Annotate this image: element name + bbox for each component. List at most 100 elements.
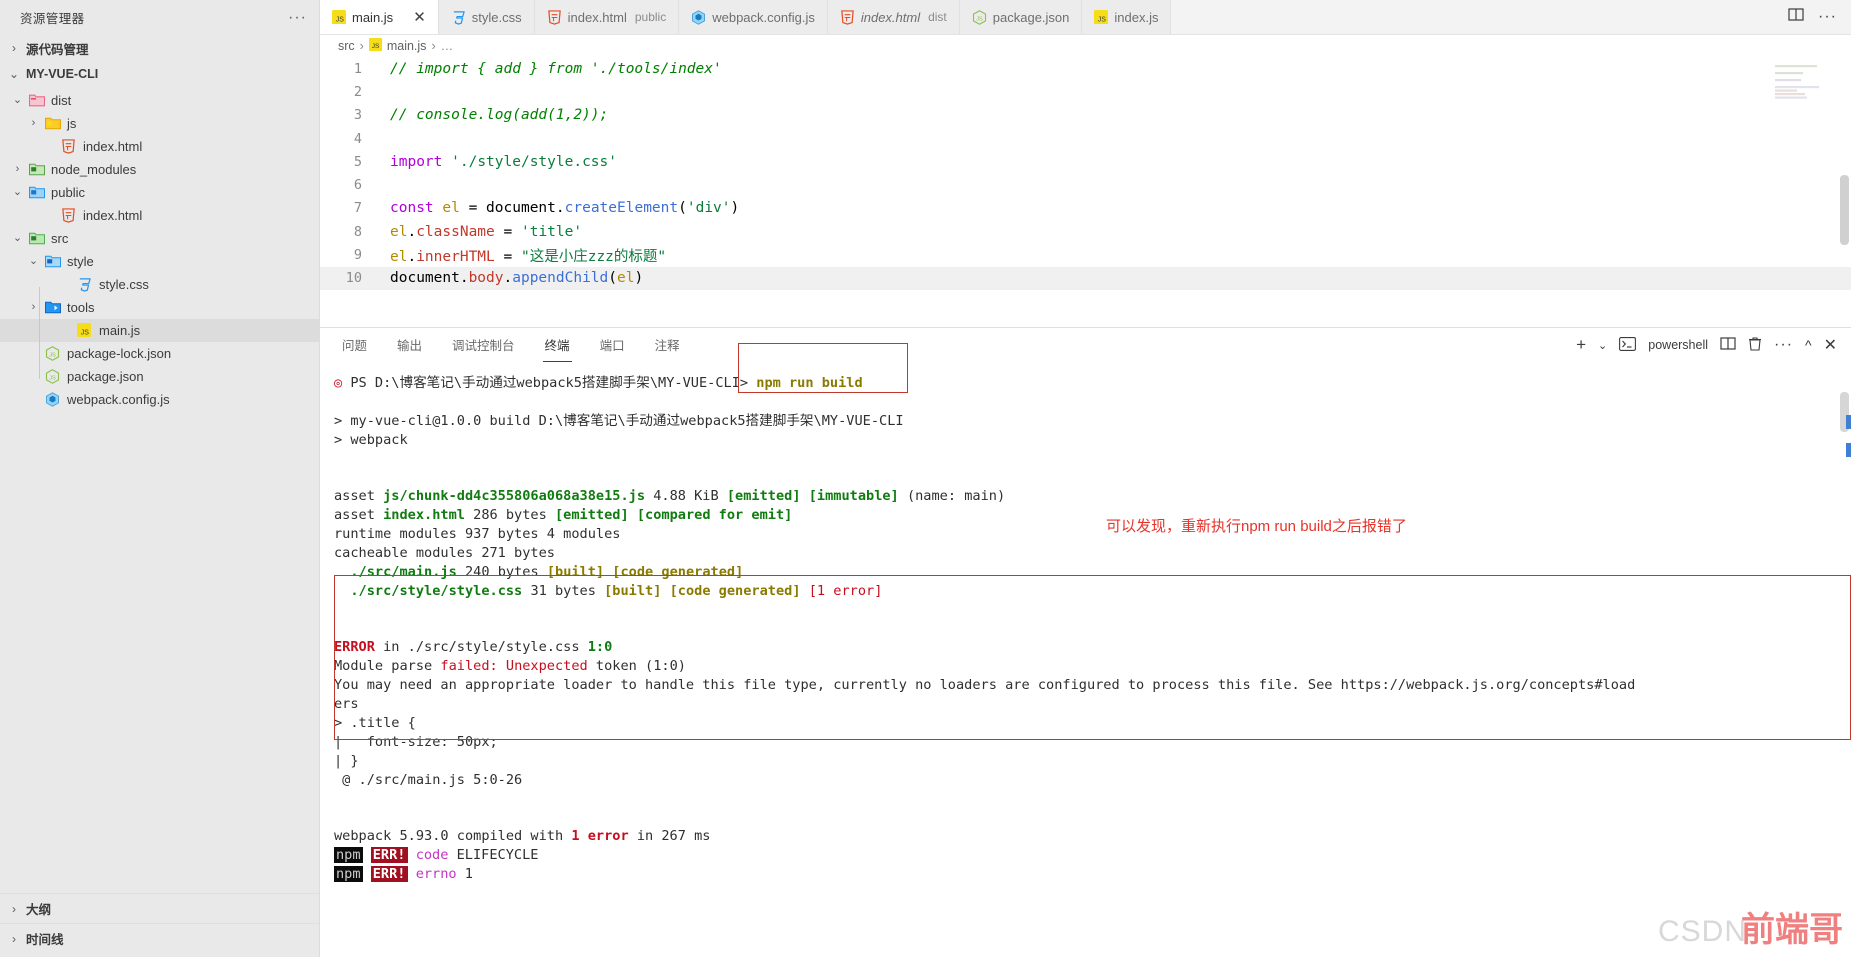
json-file-icon: JS [45,368,62,385]
json-file-icon: JS [972,9,987,25]
tree-item-main-js[interactable]: JS main.js [0,319,319,342]
sidebar-section-outline[interactable]: › 大纲 [0,893,319,923]
breadcrumb-root[interactable]: src [338,39,355,53]
editor-tab-bar[interactable]: JS main.js ✕ style.css index.html public webpa… [320,0,1851,35]
js-file-icon: JS [332,10,346,24]
ellipsis-icon[interactable]: ··· [1774,336,1793,354]
npm-err-line: npm ERR! errno 1 [334,865,1851,884]
code-editor[interactable]: 1 // import { add } from './tools/index' 2… [320,57,1851,327]
panel-tab-bar[interactable]: 问题 输出 调试控制台 终端 端口 注释 + ⌄ powershell ··· ^ [320,328,1851,362]
tree-item-label: public [51,185,85,200]
editor-tab-package-json[interactable]: JS package.json [959,0,1083,34]
editor-tab-main-js[interactable]: JS main.js ✕ [320,0,439,34]
code-text: import './style/style.css' [390,153,617,170]
terminal-prompt: PS D:\博客笔记\手动通过webpack5搭建脚手架\MY-VUE-CLI> [350,375,749,391]
sidebar-section-timeline[interactable]: › 时间线 [0,923,319,953]
tree-item-js[interactable]: › js [0,112,319,135]
tab-label: index.html [567,9,627,25]
vscode-window: 资源管理器 ··· › 源代码管理 ⌄ MY-VUE-CLI ⌄ dist › js i… [0,0,1851,957]
split-editor-icon[interactable] [1788,7,1804,27]
close-icon[interactable]: ✕ [413,10,426,25]
sidebar-bottom-sections: › 大纲 › 时间线 [0,893,319,957]
editor-tab-index-js[interactable]: JS index.js [1082,0,1172,34]
sidebar-section-project[interactable]: ⌄ MY-VUE-CLI [0,61,319,87]
code-line-2[interactable]: 2 [320,80,1851,103]
editor-tab-webpack-config-js[interactable]: webpack.config.js [679,0,828,34]
code-line-6[interactable]: 6 [320,173,1851,196]
tab-sublabel: dist [928,10,947,24]
asset-html-size: 286 bytes [473,507,547,524]
code-line-5[interactable]: 5 import './style/style.css' [320,150,1851,173]
close-icon[interactable]: ✕ [1824,335,1837,355]
editor-tab-style-css[interactable]: style.css [438,0,535,34]
line-number: 7 [353,200,362,217]
more-actions-icon[interactable]: ··· [1818,8,1837,26]
panel-tab-item[interactable]: 调试控制台 [450,328,517,362]
breadcrumb[interactable]: src › JS main.js › … [320,35,1851,57]
tree-item-index-html[interactable]: index.html [0,135,319,158]
sidebar-section-scm[interactable]: › 源代码管理 [0,35,319,61]
chevron-up-icon[interactable]: ^ [1805,337,1812,353]
code-line-3[interactable]: 3 // console.log(add(1,2)); [320,104,1851,127]
tree-item-style-css[interactable]: style.css [0,273,319,296]
chevron-down-icon[interactable]: ⌄ [1598,339,1607,352]
folder-js-icon [45,116,62,132]
breadcrumb-tail[interactable]: … [441,39,454,53]
panel-tab-item[interactable]: 注释 [653,328,682,362]
ellipsis-icon[interactable]: ··· [288,9,307,27]
panel-tab-item[interactable]: 端口 [598,328,627,362]
file-tree[interactable]: ⌄ dist › js index.html › node_modules ⌄ public in… [0,87,319,893]
minimap[interactable] [1775,65,1837,99]
chevron-down-icon[interactable]: ⌄ [11,233,24,244]
tree-item-index-html[interactable]: index.html [0,204,319,227]
terminal-line: > webpack [334,431,408,448]
tree-item-node-modules[interactable]: › node_modules [0,158,319,181]
chevron-down-icon[interactable]: ⌄ [11,95,24,106]
tab-label: package.json [992,9,1070,25]
chevron-right-icon[interactable]: › [11,164,24,175]
line-number: 2 [353,83,362,100]
chevron-right-icon: › [12,901,16,916]
split-panel-icon[interactable] [1720,336,1736,354]
chevron-down-icon[interactable]: ⌄ [11,187,24,198]
editor-tab-index-html-public[interactable]: index.html public [534,0,680,34]
tree-item-label: dist [51,93,72,108]
tree-item-package-json[interactable]: JS package.json [0,365,319,388]
code-line-1[interactable]: 1 // import { add } from './tools/index' [320,57,1851,80]
css-file-icon [77,277,94,293]
tree-item-package-lock-json[interactable]: JS package-lock.json [0,342,319,365]
tree-item-dist[interactable]: ⌄ dist [0,89,319,112]
tree-item-webpack-config-js[interactable]: webpack.config.js [0,388,319,411]
tree-item-tools[interactable]: › tools [0,296,319,319]
npm-err-value: 1 [464,866,473,883]
shell-name[interactable]: powershell [1648,338,1708,352]
terminal-icon[interactable] [1619,336,1637,354]
editor-tab-index-html-dist[interactable]: index.html dist [827,0,960,34]
tree-item-label: tools [67,300,95,315]
code-line-7[interactable]: 7 const el = document.createElement('div'… [320,197,1851,220]
code-text: const el = document.createElement('div') [390,200,740,217]
chevron-right-icon[interactable]: › [27,118,40,129]
chevron-down-icon[interactable]: ⌄ [27,256,40,267]
tree-indent-guide [39,287,40,379]
tree-item-style[interactable]: ⌄ style [0,250,319,273]
panel-tab-item[interactable]: 问题 [340,328,369,362]
plus-icon[interactable]: + [1576,335,1586,355]
trash-icon[interactable] [1748,336,1762,354]
code-lines[interactable]: 1 // import { add } from './tools/index' 2… [320,57,1851,290]
panel-tab-terminal[interactable]: 终端 [542,328,572,362]
breadcrumb-file[interactable]: main.js [387,39,427,53]
code-line-8[interactable]: 8 el.className = 'title' [320,220,1851,243]
code-line-9[interactable]: 9 el.innerHTML = "这是小庄zzz的标题" [320,243,1851,266]
panel-tab-item[interactable]: 输出 [395,328,424,362]
tab-label: index.js [1114,9,1159,25]
code-line-10[interactable]: 10 document.body.appendChild(el) [320,266,1851,290]
code-line-4[interactable]: 4 [320,127,1851,150]
editor-scrollbar[interactable] [1840,175,1849,245]
tree-item-public[interactable]: ⌄ public [0,181,319,204]
css-file-icon [451,10,466,25]
watermark-csdn: CSDN [1657,915,1747,948]
html-file-icon [840,9,855,25]
tree-item-src[interactable]: ⌄ src [0,227,319,250]
asset-js-size: 4.88 KiB [653,488,719,505]
